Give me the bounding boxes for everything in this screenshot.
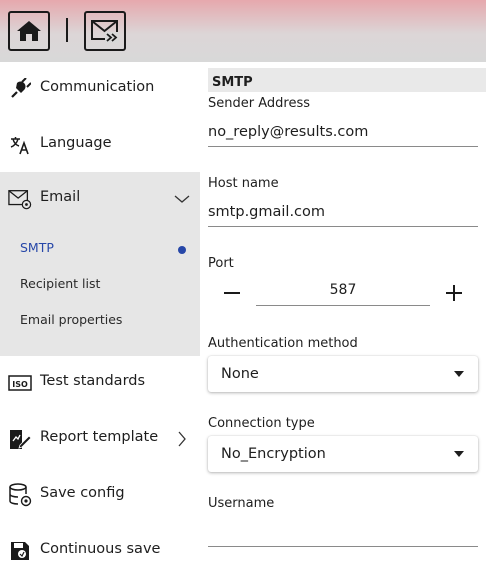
port-decrement-button[interactable] xyxy=(217,278,247,308)
chevron-down-icon xyxy=(174,195,190,203)
sidebar-subitem-recipient-list[interactable]: Recipient list xyxy=(0,267,200,303)
username-label: Username xyxy=(208,496,275,511)
port-increment-button[interactable] xyxy=(439,278,469,308)
authentication-method-label: Authentication method xyxy=(208,336,358,351)
chevron-right-icon xyxy=(178,431,186,447)
select-value: No_Encryption xyxy=(221,446,326,462)
sidebar-item-label: Email xyxy=(40,189,81,205)
plug-icon xyxy=(8,77,32,101)
save-icon xyxy=(8,539,32,563)
sidebar-subitem-smtp[interactable]: SMTP xyxy=(0,231,200,267)
sidebar-subitem-email-properties[interactable]: Email properties xyxy=(0,303,200,339)
sidebar-item-label: Report template xyxy=(40,429,159,445)
sidebar-subitem-label: Email properties xyxy=(20,312,123,327)
dropdown-caret-icon xyxy=(454,371,464,377)
sender-address-label: Sender Address xyxy=(208,96,310,111)
home-icon xyxy=(17,21,41,41)
authentication-method-select[interactable]: None xyxy=(208,356,478,392)
minus-icon xyxy=(224,292,240,294)
email-settings-icon xyxy=(8,187,32,211)
iso-icon: ISO xyxy=(8,371,32,395)
email-nav-group: Email SMTP Recipient list Email properti… xyxy=(0,172,200,356)
port-input[interactable] xyxy=(256,274,430,306)
host-name-label: Host name xyxy=(208,176,279,191)
top-toolbar xyxy=(0,0,486,62)
section-title: SMTP xyxy=(208,68,486,92)
sidebar-subitem-label: Recipient list xyxy=(20,276,101,291)
port-label: Port xyxy=(208,256,234,271)
send-mail-button[interactable] xyxy=(84,11,126,51)
svg-text:ISO: ISO xyxy=(12,380,28,389)
mail-forward-icon xyxy=(91,20,119,43)
sender-address-input[interactable] xyxy=(208,117,478,147)
host-name-input[interactable] xyxy=(208,197,478,227)
translate-icon xyxy=(8,133,32,157)
username-input[interactable] xyxy=(208,517,478,547)
home-button[interactable] xyxy=(8,11,50,51)
connection-type-select[interactable]: No_Encryption xyxy=(208,436,478,472)
connection-type-label: Connection type xyxy=(208,416,315,431)
toolbar-divider xyxy=(66,18,68,42)
active-indicator-dot xyxy=(178,246,186,254)
sidebar-item-label: Language xyxy=(40,135,112,151)
sidebar-item-continuous-save[interactable]: Continuous save xyxy=(0,524,200,579)
database-settings-icon xyxy=(8,483,32,507)
sidebar-item-save-config[interactable]: Save config xyxy=(0,468,200,524)
sidebar-item-test-standards[interactable]: ISO Test standards xyxy=(0,356,200,412)
sidebar-item-label: Continuous save xyxy=(40,541,161,557)
sidebar-item-communication[interactable]: Communication xyxy=(0,62,200,118)
sidebar-item-label: Communication xyxy=(40,79,155,95)
sidebar-item-language[interactable]: Language xyxy=(0,118,200,174)
sidebar-item-report-template[interactable]: Report template xyxy=(0,412,200,468)
plus-icon xyxy=(446,285,462,301)
report-edit-icon xyxy=(8,427,32,451)
smtp-settings-panel: SMTP Sender Address Host name Port Authe… xyxy=(200,62,486,579)
sidebar-item-label: Test standards xyxy=(40,373,146,389)
dropdown-caret-icon xyxy=(454,451,464,457)
sidebar-item-label: Save config xyxy=(40,485,125,501)
sidebar: Communication Language Email SMTP Recipi… xyxy=(0,62,200,579)
sidebar-subitem-label: SMTP xyxy=(20,240,54,255)
select-value: None xyxy=(221,366,259,382)
sidebar-item-email[interactable]: Email xyxy=(0,172,200,228)
